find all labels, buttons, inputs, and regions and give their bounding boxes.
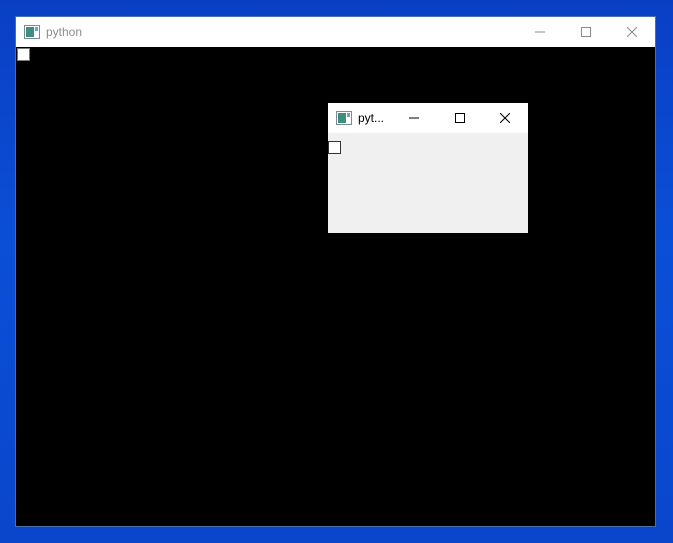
child-checkbox[interactable] xyxy=(328,141,341,154)
close-button[interactable] xyxy=(609,17,655,47)
child-app-icon xyxy=(336,111,352,125)
close-icon xyxy=(627,27,637,37)
child-window-title: pyt... xyxy=(358,111,385,125)
child-window: pyt... xyxy=(328,103,528,233)
maximize-icon xyxy=(581,27,591,37)
main-checkbox[interactable] xyxy=(17,48,30,61)
child-maximize-button[interactable] xyxy=(437,103,482,133)
minimize-icon xyxy=(535,31,545,33)
minimize-button[interactable] xyxy=(517,17,563,47)
child-minimize-button[interactable] xyxy=(392,103,437,133)
main-window: python xyxy=(15,16,656,527)
child-close-button[interactable] xyxy=(483,103,528,133)
maximize-button[interactable] xyxy=(563,17,609,47)
close-icon xyxy=(500,113,511,123)
maximize-icon xyxy=(454,113,465,123)
child-titlebar[interactable]: pyt... xyxy=(328,103,528,133)
main-window-title: python xyxy=(46,25,83,39)
main-titlebar[interactable]: python xyxy=(16,17,655,47)
desktop: python pyt... xyxy=(0,0,673,543)
app-icon xyxy=(24,25,40,39)
minimize-icon xyxy=(409,117,420,119)
